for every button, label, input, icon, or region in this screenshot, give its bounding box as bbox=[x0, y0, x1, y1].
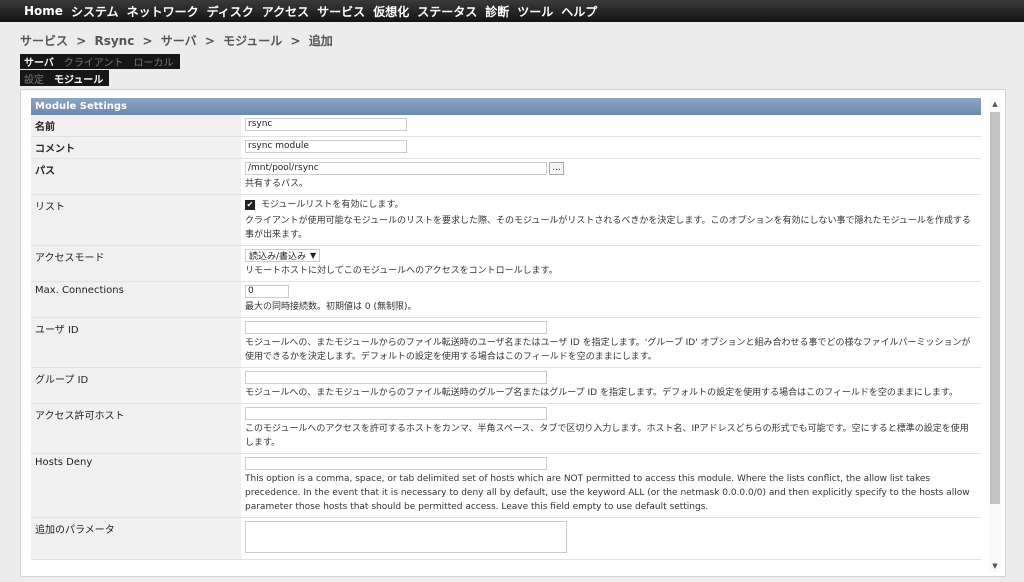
breadcrumb-sep: > bbox=[204, 34, 215, 48]
row-access-mode: アクセスモード 読込み/書込み ▼ リモートホストに対してこのモジュールへのアク… bbox=[31, 246, 981, 282]
path-input[interactable] bbox=[245, 162, 547, 175]
vertical-scrollbar[interactable]: ▲ ▼ bbox=[989, 98, 1001, 572]
row-list: リスト ✔ モジュールリストを有効にします。 クライアントが使用可能なモジュール… bbox=[31, 195, 981, 246]
tab-settings[interactable]: 設定 bbox=[24, 71, 44, 86]
label-group-id: グループ ID bbox=[31, 368, 241, 403]
top-menu-bar: Home システム ネットワーク ディスク アクセス サービス 仮想化 ステータ… bbox=[0, 0, 1024, 22]
row-group-id: グループ ID モジュールへの、またモジュールからのファイル転送時のグループ名ま… bbox=[31, 368, 981, 404]
breadcrumb-server[interactable]: サーバ bbox=[161, 34, 197, 48]
breadcrumb-sep: > bbox=[142, 34, 153, 48]
tab-server[interactable]: サーバ bbox=[24, 54, 54, 69]
menu-system[interactable]: システム bbox=[71, 3, 119, 20]
label-hosts-deny: Hosts Deny bbox=[31, 454, 241, 517]
breadcrumb-services[interactable]: サービス bbox=[20, 34, 68, 48]
tabs-secondary: 設定 モジュール bbox=[20, 70, 110, 86]
row-comment: コメント bbox=[31, 137, 981, 159]
group-id-input[interactable] bbox=[245, 371, 547, 384]
user-id-description: モジュールへの、またモジュールからのファイル転送時のユーザ名またはユーザ ID … bbox=[245, 338, 971, 362]
browse-path-button[interactable]: ... bbox=[549, 162, 564, 175]
tab-local[interactable]: ローカル bbox=[134, 54, 174, 69]
menu-services[interactable]: サービス bbox=[317, 3, 365, 20]
access-mode-value: 読込み/書込み bbox=[249, 252, 307, 262]
aux-params-textarea[interactable] bbox=[245, 521, 567, 553]
menu-tools[interactable]: ツール bbox=[517, 3, 553, 20]
max-connections-description: 最大の同時接続数。初期値は 0 (無制限)。 bbox=[245, 302, 417, 312]
list-checkbox[interactable]: ✔ bbox=[245, 200, 255, 210]
row-aux-params: 追加のパラメータ bbox=[31, 518, 981, 560]
breadcrumb-sep: > bbox=[76, 34, 87, 48]
module-settings-panel: Module Settings 名前 コメント パス ... 共有するパス。 bbox=[20, 89, 1006, 577]
tab-client[interactable]: クライアント bbox=[64, 54, 124, 69]
row-name: 名前 bbox=[31, 115, 981, 137]
label-hosts-allow: アクセス許可ホスト bbox=[31, 404, 241, 453]
label-user-id: ユーザ ID bbox=[31, 318, 241, 367]
user-id-input[interactable] bbox=[245, 321, 547, 334]
breadcrumb-module[interactable]: モジュール bbox=[223, 34, 282, 48]
path-description: 共有するパス。 bbox=[245, 179, 309, 189]
access-mode-description: リモートホストに対してこのモジュールへのアクセスをコントロールします。 bbox=[245, 266, 558, 276]
row-path: パス ... 共有するパス。 bbox=[31, 159, 981, 195]
label-name: 名前 bbox=[31, 115, 241, 136]
menu-network[interactable]: ネットワーク bbox=[127, 3, 199, 20]
settings-form: Module Settings 名前 コメント パス ... 共有するパス。 bbox=[31, 98, 981, 560]
scroll-up-icon[interactable]: ▲ bbox=[989, 98, 1001, 110]
name-input[interactable] bbox=[245, 118, 407, 131]
hosts-deny-input[interactable] bbox=[245, 457, 547, 470]
breadcrumb: サービス > Rsync > サーバ > モジュール > 追加 bbox=[20, 32, 337, 49]
hosts-deny-description: This option is a comma, space, or tab de… bbox=[245, 474, 970, 512]
row-hosts-allow: アクセス許可ホスト このモジュールへのアクセスを許可するホストをカンマ、半角スペ… bbox=[31, 404, 981, 454]
row-user-id: ユーザ ID モジュールへの、またモジュールからのファイル転送時のユーザ名または… bbox=[31, 318, 981, 368]
hosts-allow-input[interactable] bbox=[245, 407, 547, 420]
group-id-description: モジュールへの、またモジュールからのファイル転送時のグループ名またはグループ I… bbox=[245, 388, 958, 398]
list-checkbox-label: モジュールリストを有効にします。 bbox=[261, 200, 404, 210]
menu-help[interactable]: ヘルプ bbox=[561, 3, 597, 20]
breadcrumb-add: 追加 bbox=[308, 34, 333, 48]
tab-modules[interactable]: モジュール bbox=[54, 71, 103, 86]
max-connections-input[interactable] bbox=[245, 285, 289, 298]
row-hosts-deny: Hosts Deny This option is a comma, space… bbox=[31, 454, 981, 518]
menu-home[interactable]: Home bbox=[24, 4, 63, 18]
menu-disk[interactable]: ディスク bbox=[207, 3, 254, 20]
label-aux-params: 追加のパラメータ bbox=[31, 518, 241, 559]
tabs-primary: サーバ クライアント ローカル bbox=[20, 54, 180, 69]
scroll-thumb[interactable] bbox=[990, 112, 1000, 504]
section-header: Module Settings bbox=[31, 98, 981, 115]
breadcrumb-sep: > bbox=[290, 34, 301, 48]
label-max-connections: Max. Connections bbox=[31, 282, 241, 317]
scroll-down-icon[interactable]: ▼ bbox=[989, 560, 1001, 572]
menu-virtualization[interactable]: 仮想化 bbox=[373, 3, 409, 20]
access-mode-select[interactable]: 読込み/書込み ▼ bbox=[245, 249, 321, 262]
menu-access[interactable]: アクセス bbox=[262, 3, 309, 20]
label-path: パス bbox=[31, 159, 241, 194]
chevron-down-icon: ▼ bbox=[310, 251, 317, 260]
comment-input[interactable] bbox=[245, 140, 407, 153]
menu-diagnostics[interactable]: 診断 bbox=[485, 3, 509, 20]
row-max-connections: Max. Connections 最大の同時接続数。初期値は 0 (無制限)。 bbox=[31, 282, 981, 318]
list-description: クライアントが使用可能なモジュールのリストを要求した際、そのモジュールがリストさ… bbox=[245, 216, 971, 240]
hosts-allow-description: このモジュールへのアクセスを許可するホストをカンマ、半角スペース、タブで区切り入… bbox=[245, 424, 969, 448]
label-comment: コメント bbox=[31, 137, 241, 158]
label-access-mode: アクセスモード bbox=[31, 246, 241, 281]
menu-status[interactable]: ステータス bbox=[417, 3, 477, 20]
label-list: リスト bbox=[31, 195, 241, 245]
breadcrumb-rsync[interactable]: Rsync bbox=[94, 34, 134, 48]
